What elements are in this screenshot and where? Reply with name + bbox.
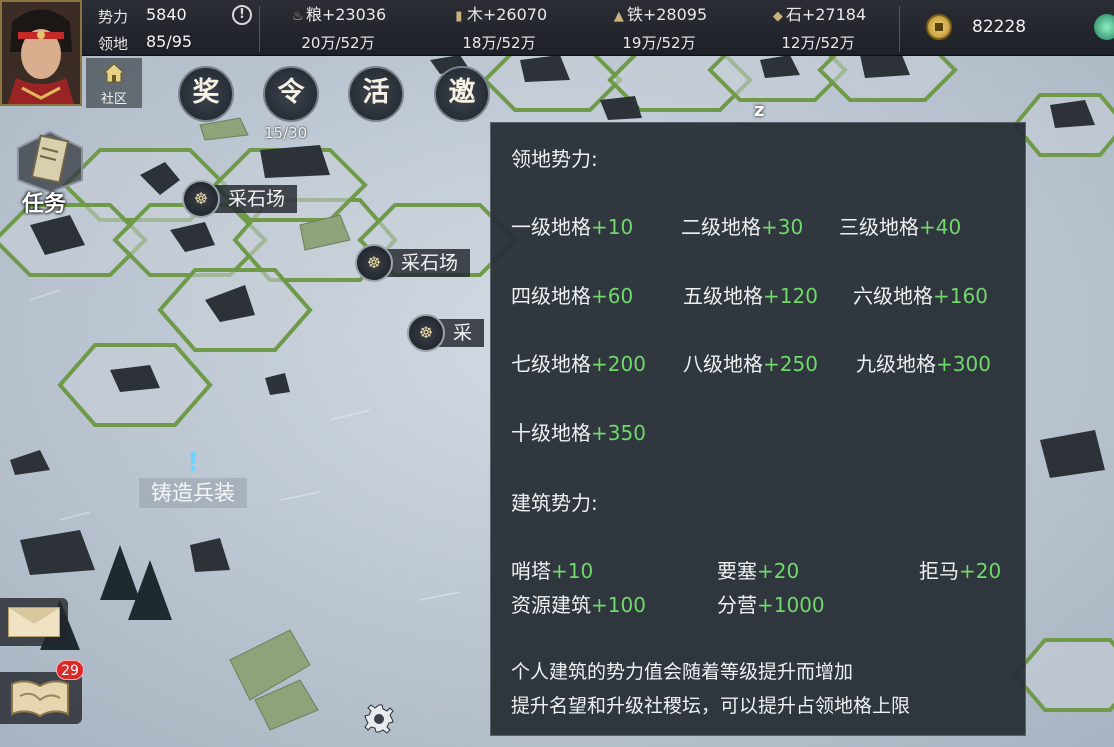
resource-delta: +26070 bbox=[482, 5, 548, 24]
resource-name: 木 bbox=[466, 5, 483, 24]
resource-wood[interactable]: ▮ 木+26070 18万/52万 bbox=[424, 4, 574, 53]
power-info-tooltip: 领地势力: 一级地格+10 二级地格+30 三级地格+40 四级地格+60 五级… bbox=[490, 122, 1026, 736]
note-line-2: 提升名望和升级社稷坛，可以提升占领地格上限 bbox=[511, 695, 911, 717]
resource-stock: 20万/52万 bbox=[301, 34, 375, 52]
resource-stock: 18万/52万 bbox=[462, 34, 536, 52]
territory-level-item: 二级地格+30 bbox=[681, 215, 804, 239]
resource-delta: +27184 bbox=[801, 5, 867, 24]
ship-wheel-icon: ☸ bbox=[407, 314, 445, 352]
exclamation-icon[interactable]: ! bbox=[232, 5, 252, 25]
resource-name: 铁 bbox=[626, 5, 643, 24]
avatar-portrait-icon bbox=[2, 2, 80, 104]
notification-badge: 29 bbox=[56, 660, 84, 680]
power-label: 势力 bbox=[98, 8, 129, 26]
building-item: 拒马+20 bbox=[919, 559, 1002, 583]
resource-stone[interactable]: ◆ 石+27184 12万/52万 bbox=[743, 4, 893, 53]
stone-icon: ◆ bbox=[772, 9, 783, 24]
community-button[interactable]: 社区 bbox=[86, 58, 142, 108]
envelope-icon bbox=[8, 607, 60, 637]
forge-marker[interactable]: ! 铸造兵装 bbox=[128, 450, 258, 508]
power-value: 5840 bbox=[146, 5, 187, 24]
building-power-title: 建筑势力: bbox=[511, 491, 598, 515]
community-label: 社区 bbox=[100, 92, 127, 107]
territory-level-item: 九级地格+300 bbox=[856, 352, 991, 376]
resource-iron[interactable]: ▲ 铁+28095 19万/52万 bbox=[584, 4, 734, 53]
invite-button[interactable]: 邀 bbox=[434, 66, 490, 122]
map-scroll-icon bbox=[11, 680, 69, 718]
iron-icon: ▲ bbox=[613, 9, 624, 24]
building-item: 要塞+20 bbox=[717, 559, 800, 583]
mail-button[interactable] bbox=[0, 598, 68, 646]
note-line-1: 个人建筑的势力值会随着等级提升而增加 bbox=[511, 661, 854, 683]
scroll-book-icon bbox=[17, 130, 83, 194]
territory-level-item: 七级地格+200 bbox=[511, 352, 646, 376]
territory-level-item: 六级地格+160 bbox=[853, 284, 988, 308]
ship-wheel-icon: ☸ bbox=[355, 244, 393, 282]
divider bbox=[899, 6, 900, 52]
player-avatar[interactable] bbox=[0, 0, 82, 106]
resource-stock: 19万/52万 bbox=[622, 34, 696, 52]
building-item: 分营+1000 bbox=[717, 593, 825, 617]
copper-coin-icon bbox=[926, 14, 952, 40]
territory-level-item: 十级地格+350 bbox=[511, 421, 646, 445]
quarry-label: 采石场 bbox=[212, 185, 298, 213]
ship-wheel-icon: ☸ bbox=[182, 180, 220, 218]
resource-name: 石 bbox=[785, 5, 802, 24]
jade-gem-icon[interactable] bbox=[1094, 14, 1114, 40]
territory-level-item: 五级地格+120 bbox=[683, 284, 818, 308]
sleep-indicator: z bbox=[754, 100, 765, 121]
resource-name: 粮 bbox=[305, 5, 322, 24]
house-icon bbox=[102, 63, 126, 83]
territory-level-item: 一级地格+10 bbox=[511, 215, 634, 239]
territory-level-item: 四级地格+60 bbox=[511, 284, 634, 308]
resource-delta: +23036 bbox=[321, 5, 387, 24]
territory-level-item: 八级地格+250 bbox=[683, 352, 818, 376]
exclamation-icon: ! bbox=[187, 448, 199, 478]
territory-value: 85/95 bbox=[146, 32, 193, 51]
gear-icon[interactable] bbox=[362, 702, 396, 736]
wood-icon: ▮ bbox=[455, 9, 463, 24]
order-count: 15/30 bbox=[264, 124, 308, 142]
resource-delta: +28095 bbox=[642, 5, 708, 24]
divider bbox=[259, 6, 260, 52]
wheat-icon: ♨ bbox=[292, 9, 304, 24]
coin-value: 82228 bbox=[972, 17, 1027, 37]
order-button[interactable]: 令 bbox=[263, 66, 319, 122]
quarry-label: 采石场 bbox=[385, 249, 471, 277]
territory-label: 领地 bbox=[98, 35, 129, 53]
task-label: 任务 bbox=[22, 192, 67, 217]
territory-level-item: 三级地格+40 bbox=[839, 215, 962, 239]
territory-power-title: 领地势力: bbox=[511, 147, 598, 171]
building-item: 哨塔+10 bbox=[511, 559, 594, 583]
building-item: 资源建筑+100 bbox=[511, 593, 646, 617]
activity-button[interactable]: 活 bbox=[348, 66, 404, 122]
resource-food[interactable]: ♨ 粮+23036 20万/52万 bbox=[263, 4, 413, 53]
reward-button[interactable]: 奖 bbox=[178, 66, 234, 122]
resource-stock: 12万/52万 bbox=[781, 34, 855, 52]
forge-label: 铸造兵装 bbox=[139, 478, 247, 508]
